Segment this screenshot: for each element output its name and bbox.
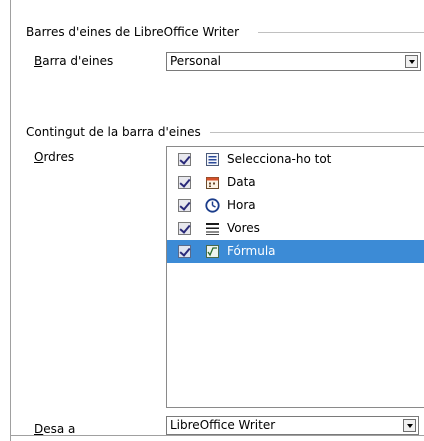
save-in-dropdown[interactable]: LibreOffice Writer <box>166 416 419 435</box>
borders-icon <box>205 221 220 236</box>
commands-label-text: rdres <box>43 150 75 164</box>
checkbox-checked[interactable] <box>178 222 191 235</box>
commands-label: Ordres <box>34 150 74 164</box>
formula-icon <box>205 244 220 259</box>
toolbars-section-title: Barres d'eines de LibreOffice Writer <box>26 25 240 39</box>
checkbox-checked[interactable] <box>178 199 191 212</box>
contents-section-rule <box>210 132 424 133</box>
command-label: Hora <box>227 198 256 212</box>
list-item[interactable]: Fórmula <box>167 240 424 263</box>
command-label: Data <box>227 175 256 189</box>
command-label: Fórmula <box>227 244 276 258</box>
toolbar-dropdown-value: Personal <box>170 54 222 68</box>
select-all-icon <box>205 152 220 167</box>
calendar-date-icon <box>205 175 220 190</box>
chevron-down-icon[interactable] <box>405 55 418 68</box>
chevron-down-icon[interactable] <box>403 419 416 432</box>
toolbar-label-text: arra d'eines <box>42 54 114 68</box>
list-item[interactable]: Data <box>167 171 424 194</box>
command-label: Selecciona-ho tot <box>227 152 332 166</box>
save-in-label-accel: D <box>34 422 44 436</box>
checkbox-checked[interactable] <box>178 176 191 189</box>
clock-icon <box>205 198 220 213</box>
commands-listbox[interactable]: Selecciona-ho tot Data Hora Vores Fórmul… <box>166 146 424 408</box>
checkbox-checked[interactable] <box>178 245 191 258</box>
save-in-dropdown-value: LibreOffice Writer <box>170 418 276 432</box>
list-item[interactable]: Selecciona-ho tot <box>167 148 424 171</box>
panel-left-border <box>10 0 11 441</box>
command-label: Vores <box>227 221 260 235</box>
toolbar-label: Barra d'eines <box>34 54 113 68</box>
toolbar-label-accel: B <box>34 54 43 68</box>
toolbars-section-rule <box>258 32 424 33</box>
checkbox-checked[interactable] <box>178 153 191 166</box>
list-item[interactable]: Vores <box>167 217 424 240</box>
save-in-label: Desa a <box>34 422 75 436</box>
list-item[interactable]: Hora <box>167 194 424 217</box>
save-in-label-text: esa a <box>43 422 76 436</box>
toolbar-dropdown[interactable]: Personal <box>166 52 421 71</box>
contents-section-title: Contingut de la barra d'eines <box>26 125 201 139</box>
